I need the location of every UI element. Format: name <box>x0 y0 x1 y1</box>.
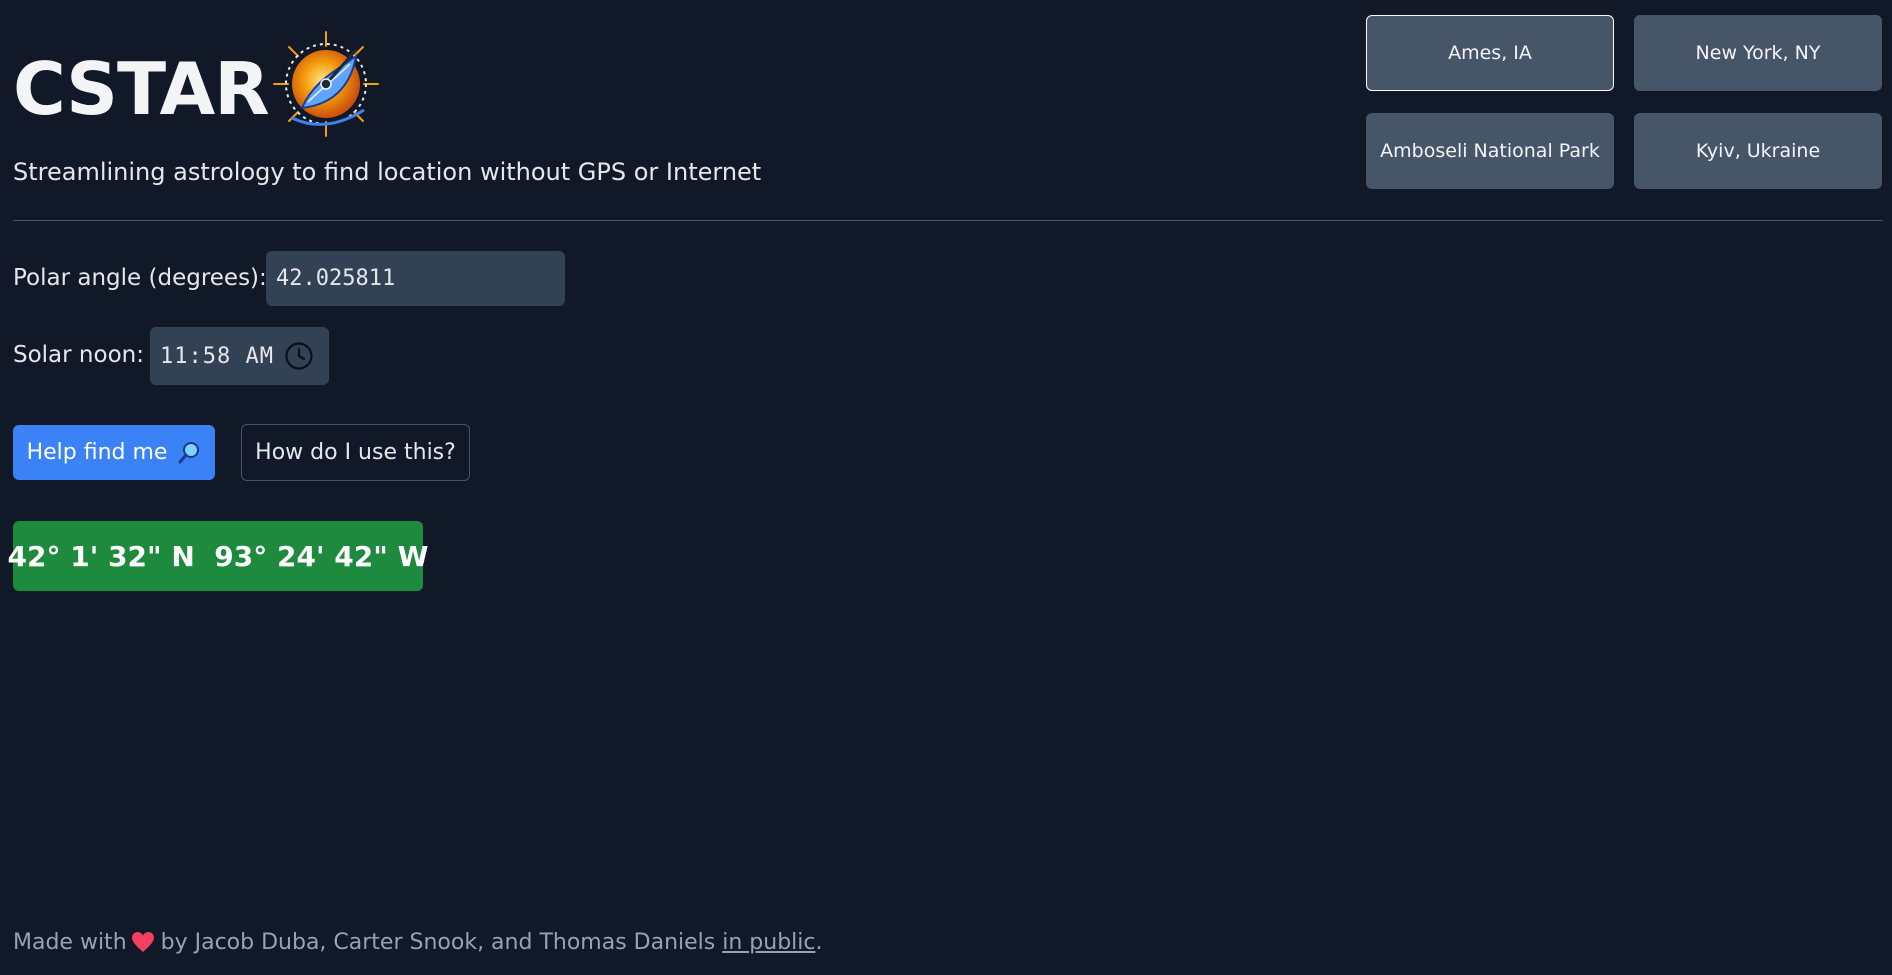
footer: Made with by Jacob Duba, Carter Snook, a… <box>13 928 823 958</box>
app-root: CSTAR Streamlining astrology to find loc… <box>0 0 1892 975</box>
solar-noon-input[interactable]: 11:58 AM <box>150 327 329 385</box>
compass-sun-logo <box>273 31 379 137</box>
how-to-use-button[interactable]: How do I use this? <box>241 424 470 481</box>
preset-amboseli-button[interactable]: Amboseli National Park <box>1366 113 1614 189</box>
header-divider <box>13 220 1883 221</box>
page-subtitle: Streamlining astrology to find location … <box>13 158 762 186</box>
preset-kyiv-button[interactable]: Kyiv, Ukraine <box>1634 113 1882 189</box>
solar-noon-label: Solar noon: <box>13 342 144 368</box>
footer-made-with: Made with <box>13 930 127 955</box>
clock-icon[interactable] <box>284 341 314 371</box>
preset-new-york-button[interactable]: New York, NY <box>1634 15 1882 91</box>
footer-period: . <box>815 930 823 955</box>
footer-in-public-link[interactable]: in public <box>722 930 815 955</box>
magnifier-icon <box>178 441 200 463</box>
polar-angle-label: Polar angle (degrees): <box>13 265 267 291</box>
heart-icon <box>131 932 154 952</box>
footer-credits: by Jacob Duba, Carter Snook, and Thomas … <box>160 930 716 955</box>
result-coordinates-badge: 42° 1' 32" N 93° 24' 42" W <box>8 521 428 591</box>
preset-ames-button[interactable]: Ames, IA <box>1366 15 1614 91</box>
solar-noon-value: 11:58 AM <box>160 343 274 369</box>
help-find-me-label: Help find me <box>26 440 168 465</box>
help-find-me-button[interactable]: Help find me <box>13 425 215 480</box>
polar-angle-input[interactable] <box>266 251 565 306</box>
page-title: CSTAR <box>13 47 270 131</box>
